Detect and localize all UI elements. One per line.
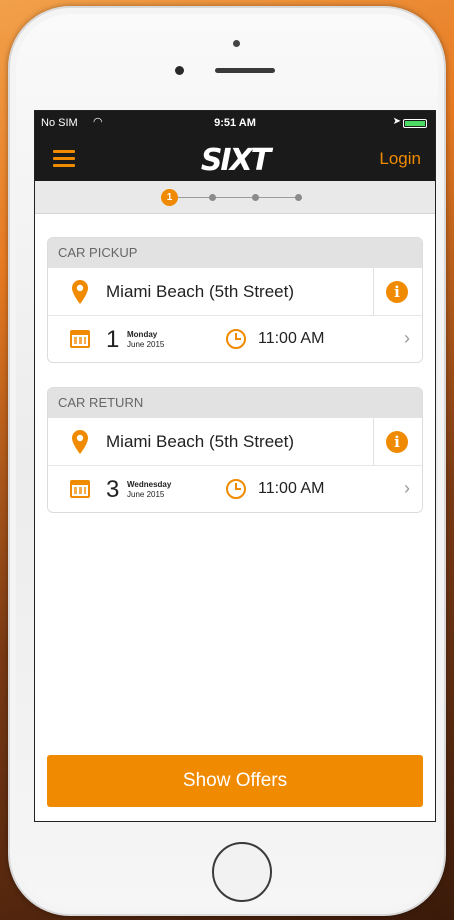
pickup-card: CAR PICKUP Miami Beach (5th Street) i 1 … [47,237,423,363]
return-date-meta: Wednesday June 2015 [127,480,171,500]
show-offers-button[interactable]: Show Offers [47,755,423,807]
return-weekday: Wednesday [127,480,172,489]
progress-line [175,197,299,198]
pickup-time: 11:00 AM [258,330,325,347]
return-day: 3 [106,476,120,503]
pickup-weekday: Monday [127,330,158,339]
return-card: CAR RETURN Miami Beach (5th Street) i 3 … [47,387,423,513]
step-progress: 1 [35,181,435,214]
return-header: CAR RETURN [48,388,422,418]
chevron-right-icon: › [404,328,410,348]
app-screen: No SIM ◠ 9:51 AM ➤ SIXT Login 1 CAR PICK… [34,110,436,822]
progress-step [295,194,302,201]
divider [373,268,374,315]
pickup-location-row[interactable]: Miami Beach (5th Street) i [48,268,422,316]
progress-step-current: 1 [161,189,178,206]
calendar-icon [70,480,90,498]
earpiece-speaker [215,68,275,73]
chevron-right-icon: › [404,478,410,498]
pickup-header: CAR PICKUP [48,238,422,268]
map-pin-icon [72,280,88,304]
progress-step [209,194,216,201]
return-location-text: Miami Beach (5th Street) [106,432,295,451]
nav-bar: SIXT Login [35,137,435,181]
front-camera [233,40,240,47]
top-bar: No SIM ◠ 9:51 AM ➤ SIXT Login [35,111,435,181]
progress-step [252,194,259,201]
pickup-day: 1 [106,326,120,353]
status-bar: No SIM ◠ 9:51 AM ➤ [35,111,435,137]
pickup-date-meta: Monday June 2015 [127,330,164,350]
sixt-logo: SIXT [200,143,271,178]
info-icon[interactable]: i [386,431,408,453]
calendar-icon [70,330,90,348]
proximity-sensor [175,66,184,75]
status-time: 9:51 AM [214,117,256,129]
pickup-month-year: June 2015 [127,340,165,349]
location-arrow-icon: ➤ [392,116,401,127]
pickup-location-text: Miami Beach (5th Street) [106,282,295,301]
clock-icon [226,329,246,349]
login-link[interactable]: Login [379,149,421,169]
divider [373,418,374,465]
return-location-row[interactable]: Miami Beach (5th Street) i [48,418,422,466]
clock-icon [226,479,246,499]
battery-icon [403,119,427,128]
info-icon[interactable]: i [386,281,408,303]
home-button[interactable] [212,842,272,902]
return-month-year: June 2015 [127,490,165,499]
return-datetime-row[interactable]: 3 Wednesday June 2015 11:00 AM › [48,466,422,512]
pickup-datetime-row[interactable]: 1 Monday June 2015 11:00 AM › [48,316,422,362]
map-pin-icon [72,430,88,454]
return-time: 11:00 AM [258,480,325,497]
